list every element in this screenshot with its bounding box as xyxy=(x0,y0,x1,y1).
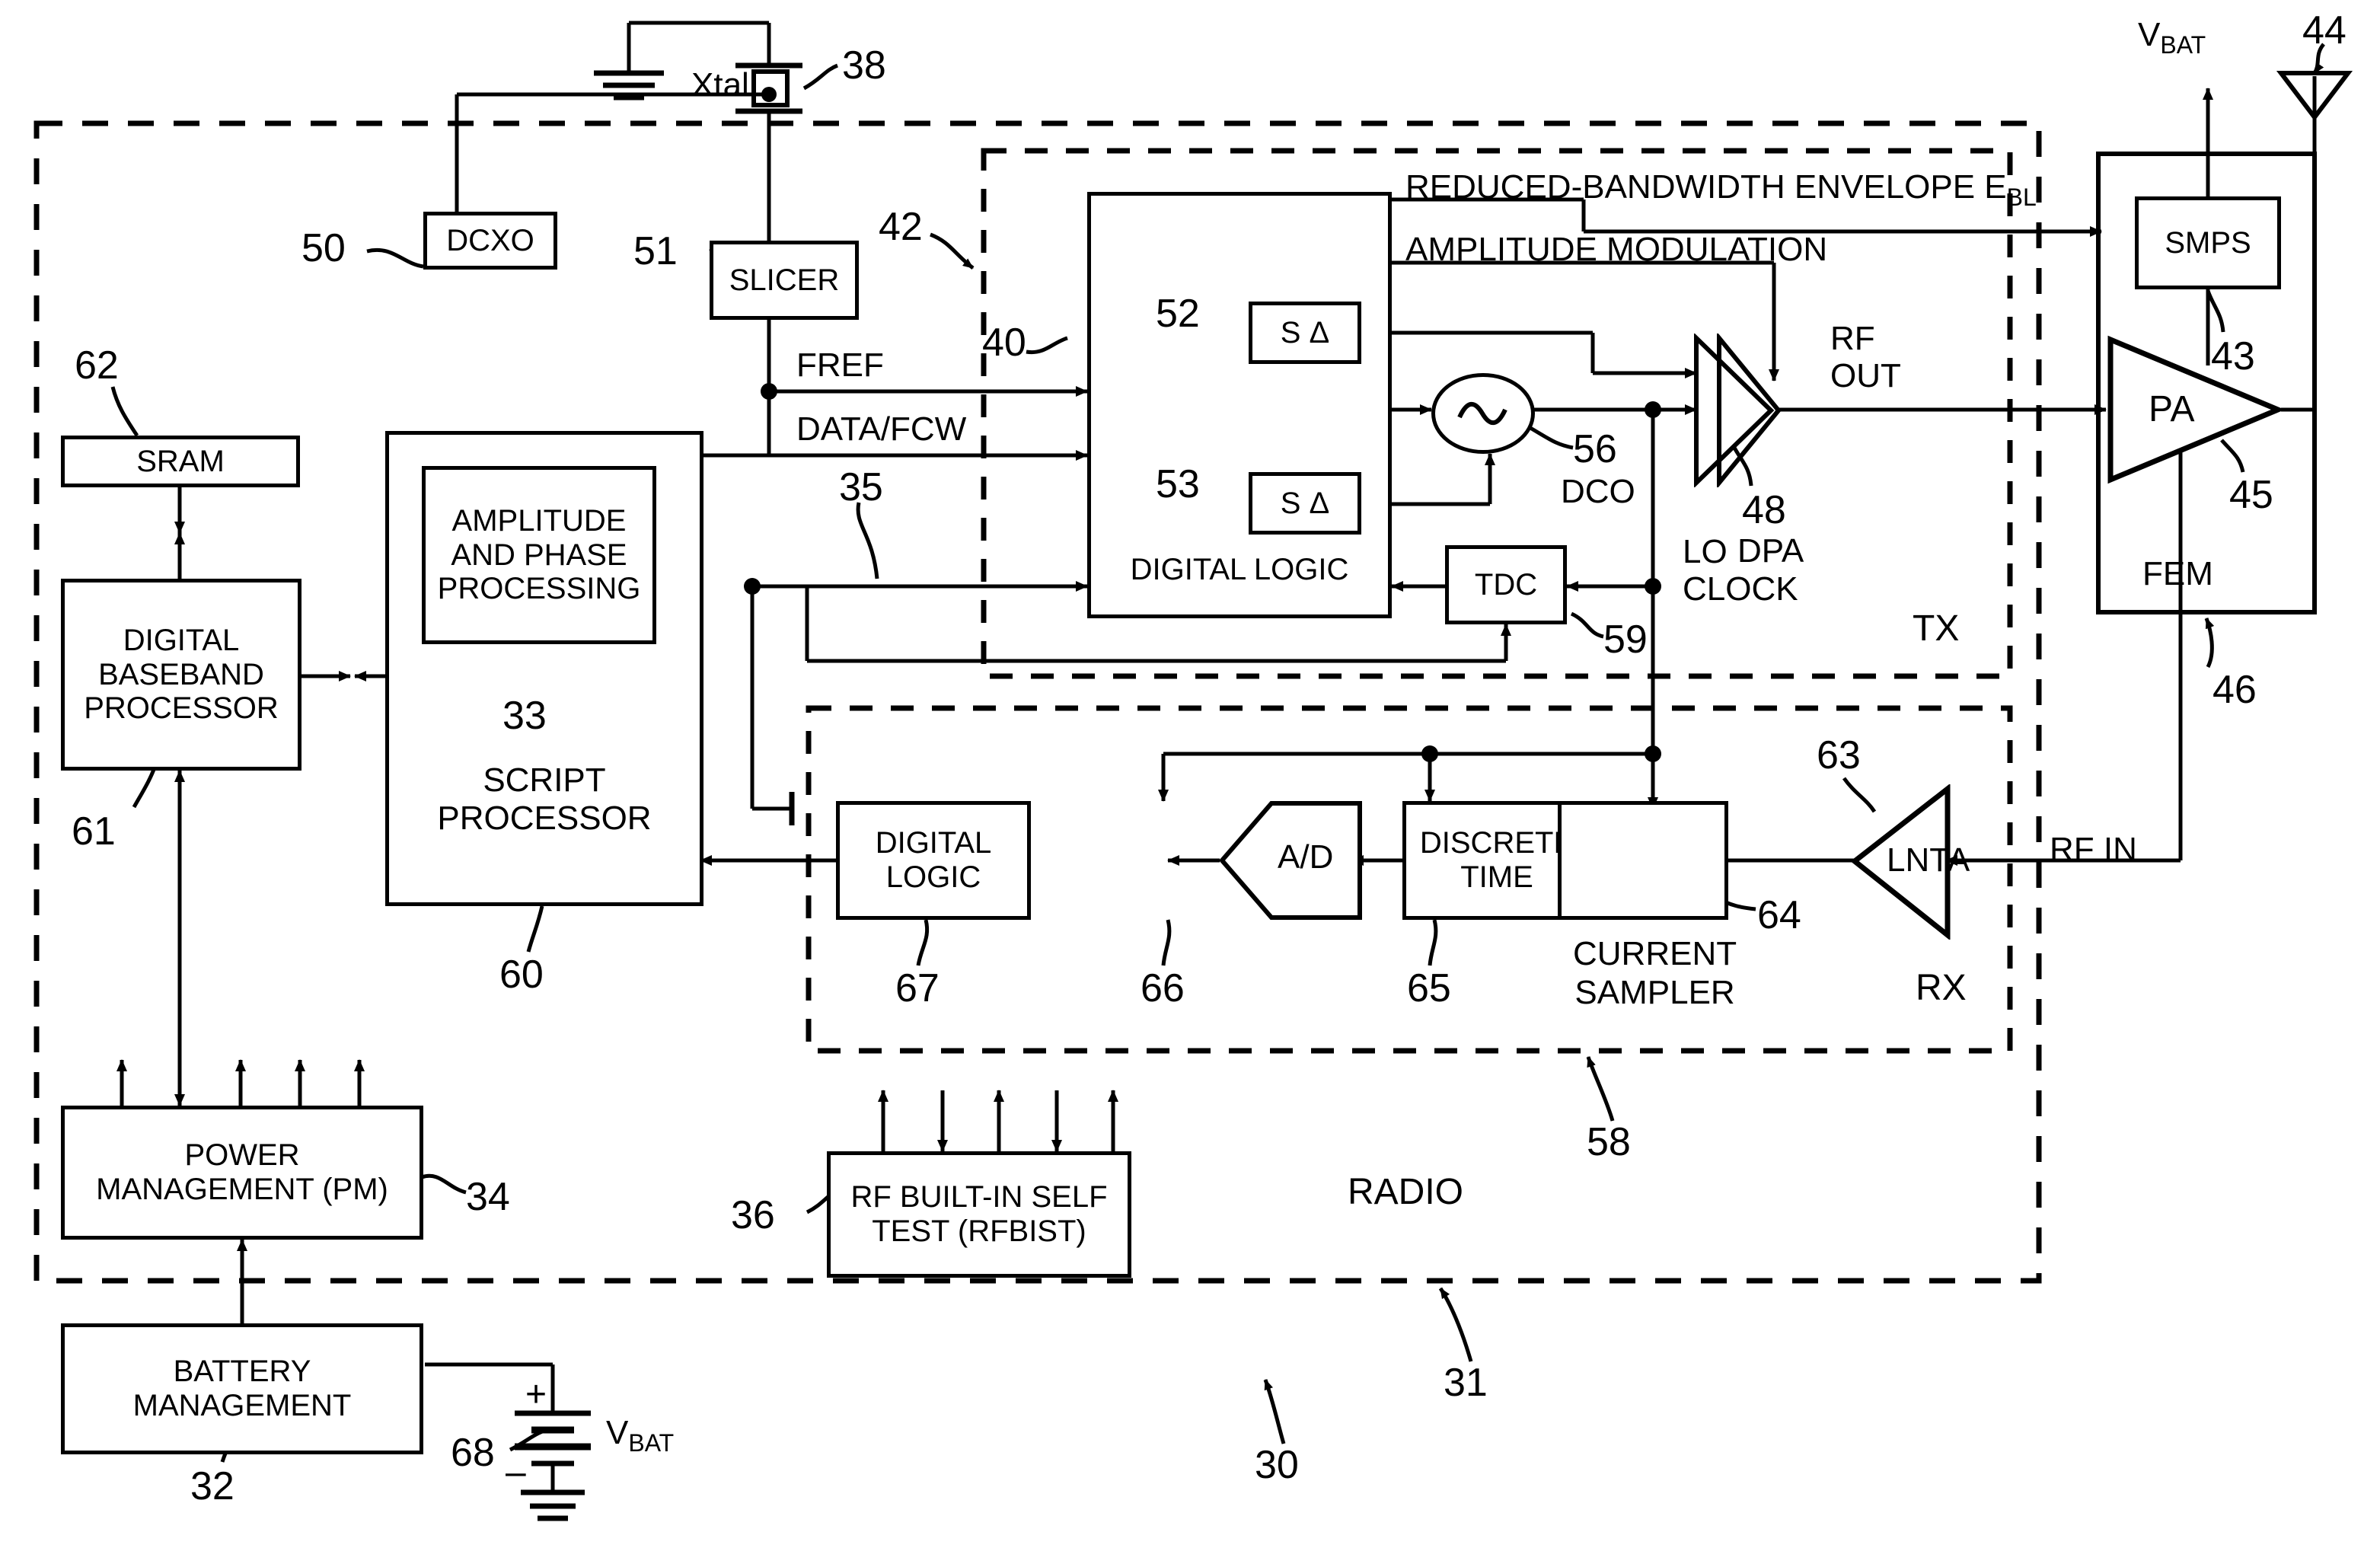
reduced-envelope-sub: BL xyxy=(2006,183,2037,211)
sram-label: SRAM xyxy=(136,444,225,478)
lnta-label: LNTA xyxy=(1887,841,1970,879)
rfbist-label: RF BUILT-IN SELF TEST (RFBIST) xyxy=(850,1180,1108,1248)
reduced-bandwidth-envelope-label: REDUCED-BANDWIDTH ENVELOPE EBL xyxy=(1405,168,2037,211)
ref-44: 44 xyxy=(2302,8,2347,53)
dco-oscillator-symbol xyxy=(1431,373,1535,454)
fem-label: FEM xyxy=(2142,555,2213,592)
ref-58: 58 xyxy=(1587,1120,1631,1164)
current-sampler-text: CURRENT SAMPLER xyxy=(1573,935,1737,1011)
ref-67: 67 xyxy=(895,966,940,1010)
fref-label: FREF xyxy=(796,346,884,384)
tx-region-label: TX xyxy=(1913,608,1960,649)
ref-60: 60 xyxy=(499,953,544,997)
lo-clock-text: LO CLOCK xyxy=(1683,533,1798,608)
ref-42: 42 xyxy=(879,205,923,249)
ref-64: 64 xyxy=(1757,893,1801,937)
ref-33: 33 xyxy=(502,694,547,738)
smps-label: SMPS xyxy=(2165,225,2251,260)
rx-region-label: RX xyxy=(1916,968,1967,1008)
rfbist-block: RF BUILT-IN SELF TEST (RFBIST) xyxy=(827,1151,1131,1278)
ref-56: 56 xyxy=(1573,427,1617,471)
battery-minus-sign: – xyxy=(506,1452,526,1492)
dpa-symbol xyxy=(1692,331,1783,490)
adc-label: A/D xyxy=(1278,838,1334,876)
power-management-block: POWER MANAGEMENT (PM) xyxy=(61,1106,423,1240)
current-sampler-block xyxy=(1558,801,1728,920)
script-processor-label: SCRIPT PROCESSOR xyxy=(437,761,652,837)
tdc-label: TDC xyxy=(1474,567,1538,602)
dbb-label: DIGITAL BASEBAND PROCESSOR xyxy=(84,623,279,726)
sigma-delta-top-block: S Δ xyxy=(1249,302,1361,364)
battery-management-label: BATTERY MANAGEMENT xyxy=(132,1355,352,1422)
ref-40: 40 xyxy=(982,321,1026,365)
smps-block: SMPS xyxy=(2135,196,2281,289)
ref-38: 38 xyxy=(842,43,886,88)
radio-region-label: RADIO xyxy=(1348,1172,1464,1212)
xtal-label: Xtal xyxy=(691,66,749,104)
vbat-top-label: VBAT xyxy=(2138,16,2206,59)
ref-36: 36 xyxy=(731,1193,775,1237)
lo-clock-label: LO CLOCK xyxy=(1683,533,1798,608)
vbat-battery-label: VBAT xyxy=(606,1414,675,1457)
figure-canvas: DCXO 50 SLICER 51 Xtal 38 SRAM 62 DIGITA… xyxy=(0,0,2380,1548)
ref-35: 35 xyxy=(839,465,883,509)
ref-32: 32 xyxy=(190,1464,234,1508)
pa-label: PA xyxy=(2149,389,2195,429)
vbat-v: V xyxy=(2138,16,2161,53)
digital-logic-rx-block: DIGITAL LOGIC xyxy=(836,801,1031,920)
ref-50: 50 xyxy=(301,226,346,270)
rf-out-label: RF OUT xyxy=(1830,320,1901,395)
digital-logic-tx-label: DIGITAL LOGIC xyxy=(1130,553,1349,587)
battery-management-block: BATTERY MANAGEMENT xyxy=(61,1323,423,1454)
slicer-block: SLICER xyxy=(710,241,859,320)
amp-phase-label: AMPLITUDE AND PHASE PROCESSING xyxy=(437,503,641,606)
digital-logic-tx-block: DIGITAL LOGIC xyxy=(1087,192,1392,618)
ref-65: 65 xyxy=(1407,966,1451,1010)
ref-46: 46 xyxy=(2213,668,2257,712)
amplitude-and-phase-processing-block: AMPLITUDE AND PHASE PROCESSING xyxy=(422,466,656,644)
ref-62: 62 xyxy=(75,343,119,388)
vbat-sub: BAT xyxy=(2160,30,2206,59)
ref-59: 59 xyxy=(1603,618,1648,662)
dco-label: DCO xyxy=(1561,473,1635,510)
ref-51: 51 xyxy=(633,229,678,273)
vbat-sub-2: BAT xyxy=(628,1428,675,1457)
dcxo-block: DCXO xyxy=(423,212,557,270)
tdc-block: TDC xyxy=(1445,545,1567,624)
ref-30: 30 xyxy=(1255,1443,1299,1487)
ref-52: 52 xyxy=(1156,292,1200,336)
ref-53: 53 xyxy=(1156,462,1200,506)
vbat-v-2: V xyxy=(606,1414,629,1451)
ref-45: 45 xyxy=(2229,473,2273,517)
ref-68: 68 xyxy=(451,1431,495,1475)
slicer-label: SLICER xyxy=(729,263,840,297)
ref-31: 31 xyxy=(1444,1361,1488,1405)
sigma-delta-bottom-block: S Δ xyxy=(1249,472,1361,535)
sigma-delta-bottom-label: S Δ xyxy=(1280,486,1330,520)
reduced-envelope-text: REDUCED-BANDWIDTH ENVELOPE E xyxy=(1405,168,2007,206)
sram-block: SRAM xyxy=(61,436,300,487)
ref-66: 66 xyxy=(1141,966,1185,1010)
ref-63: 63 xyxy=(1817,733,1861,777)
digital-logic-rx-label: DIGITAL LOGIC xyxy=(875,826,992,894)
amplitude-modulation-label: AMPLITUDE MODULATION xyxy=(1405,231,1828,268)
digital-baseband-processor-block: DIGITAL BASEBAND PROCESSOR xyxy=(61,579,301,771)
current-sampler-label: CURRENT SAMPLER xyxy=(1573,935,1737,1012)
dcxo-label: DCXO xyxy=(446,223,534,257)
battery-plus-sign: + xyxy=(525,1374,547,1415)
data-fcw-label: DATA/FCW xyxy=(796,410,967,448)
ref-61: 61 xyxy=(72,809,116,854)
power-management-label: POWER MANAGEMENT (PM) xyxy=(96,1138,388,1206)
rf-in-label: RF IN xyxy=(2050,831,2137,868)
rf-out-text: RF OUT xyxy=(1830,320,1901,395)
ref-34: 34 xyxy=(466,1175,510,1219)
sine-wave-icon xyxy=(1457,401,1507,426)
sigma-delta-top-label: S Δ xyxy=(1280,315,1330,349)
ref-48: 48 xyxy=(1742,488,1786,532)
dpa-amplifier-icon xyxy=(1694,331,1782,490)
